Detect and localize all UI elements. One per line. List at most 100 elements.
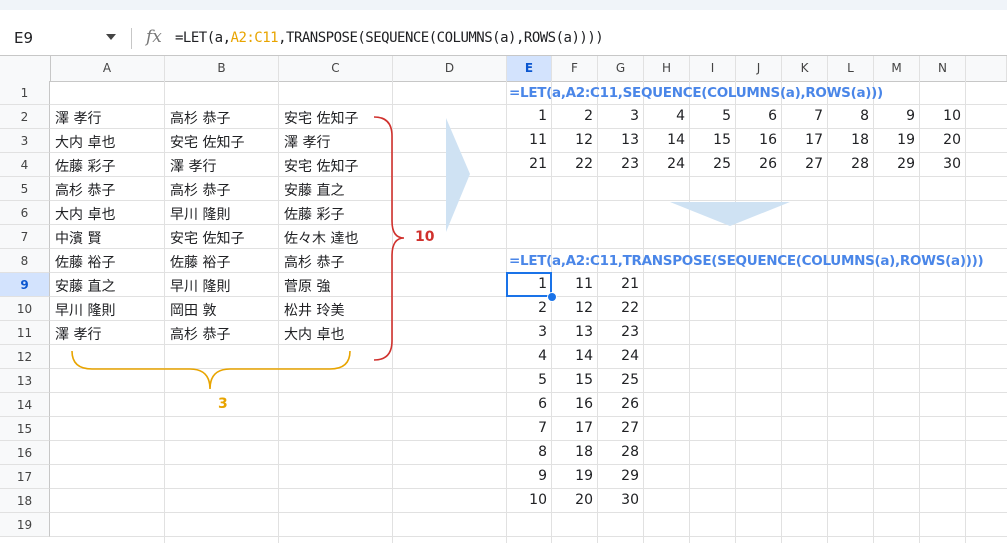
- spreadsheet-grid[interactable]: ABCDEFGHIJKLMN 1 2 3 4 5 6 7 8 9 10 11 12 13 14 15 16 17…: [0, 56, 1007, 543]
- name-cell[interactable]: 松井 玲美: [284, 300, 344, 320]
- column-header-g[interactable]: G: [598, 56, 644, 81]
- sequence-value-cell[interactable]: 28: [828, 156, 869, 172]
- row-header-15[interactable]: 15: [0, 417, 50, 441]
- sequence-value-cell[interactable]: 10: [920, 108, 961, 124]
- sequence-value-cell[interactable]: 4: [644, 108, 685, 124]
- row-header-12[interactable]: 12: [0, 345, 50, 369]
- sequence-value-cell[interactable]: 2: [552, 108, 593, 124]
- column-header-c[interactable]: C: [279, 56, 393, 81]
- transpose-value-cell[interactable]: 5: [507, 372, 547, 388]
- transpose-value-cell[interactable]: 8: [507, 444, 547, 460]
- row-header-7[interactable]: 7: [0, 225, 50, 249]
- transpose-value-cell[interactable]: 28: [598, 444, 639, 460]
- sequence-value-cell[interactable]: 17: [782, 132, 823, 148]
- name-cell[interactable]: 高杉 恭子: [284, 252, 344, 272]
- column-header-a[interactable]: A: [50, 56, 165, 81]
- name-cell[interactable]: 早川 隆則: [170, 204, 230, 224]
- sequence-value-cell[interactable]: 12: [552, 132, 593, 148]
- row-header-10[interactable]: 10: [0, 297, 50, 321]
- transpose-value-cell[interactable]: 7: [507, 420, 547, 436]
- sequence-value-cell[interactable]: 8: [828, 108, 869, 124]
- column-header-b[interactable]: B: [165, 56, 279, 81]
- sequence-value-cell[interactable]: 6: [736, 108, 777, 124]
- name-cell[interactable]: 澤 孝行: [55, 324, 101, 344]
- name-cell[interactable]: 安藤 直之: [284, 180, 344, 200]
- sequence-value-cell[interactable]: 5: [690, 108, 731, 124]
- sequence-value-cell[interactable]: 9: [874, 108, 915, 124]
- column-header-i[interactable]: I: [690, 56, 736, 81]
- transpose-value-cell[interactable]: 17: [552, 420, 593, 436]
- column-header-h[interactable]: H: [644, 56, 690, 81]
- name-cell[interactable]: 澤 孝行: [284, 132, 330, 152]
- sequence-value-cell[interactable]: 11: [507, 132, 547, 148]
- name-cell[interactable]: 安宅 佐知子: [170, 132, 244, 152]
- transpose-value-cell[interactable]: 23: [598, 324, 639, 340]
- sequence-value-cell[interactable]: 21: [507, 156, 547, 172]
- sequence-value-cell[interactable]: 18: [828, 132, 869, 148]
- sequence-value-cell[interactable]: 14: [644, 132, 685, 148]
- name-cell[interactable]: 大内 卓也: [284, 324, 344, 344]
- transpose-value-cell[interactable]: 24: [598, 348, 639, 364]
- name-cell[interactable]: 高杉 恭子: [55, 180, 115, 200]
- sequence-value-cell[interactable]: 3: [598, 108, 639, 124]
- name-cell[interactable]: 佐藤 裕子: [55, 252, 115, 272]
- transpose-value-cell[interactable]: 21: [598, 276, 639, 292]
- row-header-17[interactable]: 17: [0, 465, 50, 489]
- sequence-value-cell[interactable]: 26: [736, 156, 777, 172]
- row-header-9[interactable]: 9: [0, 273, 50, 297]
- transpose-value-cell[interactable]: 3: [507, 324, 547, 340]
- transpose-value-cell[interactable]: 11: [552, 276, 593, 292]
- row-header-1[interactable]: 1: [0, 81, 50, 105]
- sequence-value-cell[interactable]: 20: [920, 132, 961, 148]
- sequence-value-cell[interactable]: 27: [782, 156, 823, 172]
- transpose-value-cell[interactable]: 30: [598, 492, 639, 508]
- name-cell[interactable]: 岡田 敦: [170, 300, 216, 320]
- column-header-n[interactable]: N: [920, 56, 966, 81]
- name-cell[interactable]: 安藤 直之: [55, 276, 115, 296]
- sequence-value-cell[interactable]: 19: [874, 132, 915, 148]
- transpose-value-cell[interactable]: 19: [552, 468, 593, 484]
- transpose-value-cell[interactable]: 14: [552, 348, 593, 364]
- row-header-13[interactable]: 13: [0, 369, 50, 393]
- sequence-value-cell[interactable]: 29: [874, 156, 915, 172]
- sequence-value-cell[interactable]: 16: [736, 132, 777, 148]
- row-header-2[interactable]: 2: [0, 105, 50, 129]
- name-cell[interactable]: 高杉 恭子: [170, 108, 230, 128]
- sequence-value-cell[interactable]: 30: [920, 156, 961, 172]
- name-cell[interactable]: 安宅 佐知子: [284, 108, 358, 128]
- sequence-value-cell[interactable]: 22: [552, 156, 593, 172]
- formula-input[interactable]: =LET(a,A2:C11,TRANSPOSE(SEQUENCE(COLUMNS…: [175, 30, 604, 46]
- column-header-f[interactable]: F: [552, 56, 598, 81]
- name-cell[interactable]: 佐藤 彩子: [284, 204, 344, 224]
- row-header-14[interactable]: 14: [0, 393, 50, 417]
- transpose-value-cell[interactable]: 2: [507, 300, 547, 316]
- sequence-value-cell[interactable]: 15: [690, 132, 731, 148]
- name-cell[interactable]: 佐々木 達也: [284, 228, 358, 248]
- column-header-k[interactable]: K: [782, 56, 828, 81]
- column-header-d[interactable]: D: [393, 56, 507, 81]
- transpose-value-cell[interactable]: 12: [552, 300, 593, 316]
- name-cell[interactable]: 澤 孝行: [55, 108, 101, 128]
- column-header-j[interactable]: J: [736, 56, 782, 81]
- row-header-3[interactable]: 3: [0, 129, 50, 153]
- name-box[interactable]: E9: [14, 29, 33, 47]
- name-cell[interactable]: 菅原 強: [284, 276, 330, 296]
- transpose-value-cell[interactable]: 15: [552, 372, 593, 388]
- sequence-value-cell[interactable]: 7: [782, 108, 823, 124]
- row-header-6[interactable]: 6: [0, 201, 50, 225]
- column-header-m[interactable]: M: [874, 56, 920, 81]
- row-header-11[interactable]: 11: [0, 321, 50, 345]
- name-cell[interactable]: 早川 隆則: [55, 300, 115, 320]
- select-all-corner[interactable]: [0, 56, 51, 81]
- name-cell[interactable]: 早川 隆則: [170, 276, 230, 296]
- sequence-value-cell[interactable]: 25: [690, 156, 731, 172]
- transpose-value-cell[interactable]: 25: [598, 372, 639, 388]
- sequence-value-cell[interactable]: 23: [598, 156, 639, 172]
- column-header-e[interactable]: E: [507, 56, 552, 81]
- name-cell[interactable]: 澤 孝行: [170, 156, 216, 176]
- name-cell[interactable]: 大内 卓也: [55, 132, 115, 152]
- row-header-8[interactable]: 8: [0, 249, 50, 273]
- name-cell[interactable]: 佐藤 裕子: [170, 252, 230, 272]
- name-cell[interactable]: 中濱 賢: [55, 228, 101, 248]
- name-cell[interactable]: 安宅 佐知子: [170, 228, 244, 248]
